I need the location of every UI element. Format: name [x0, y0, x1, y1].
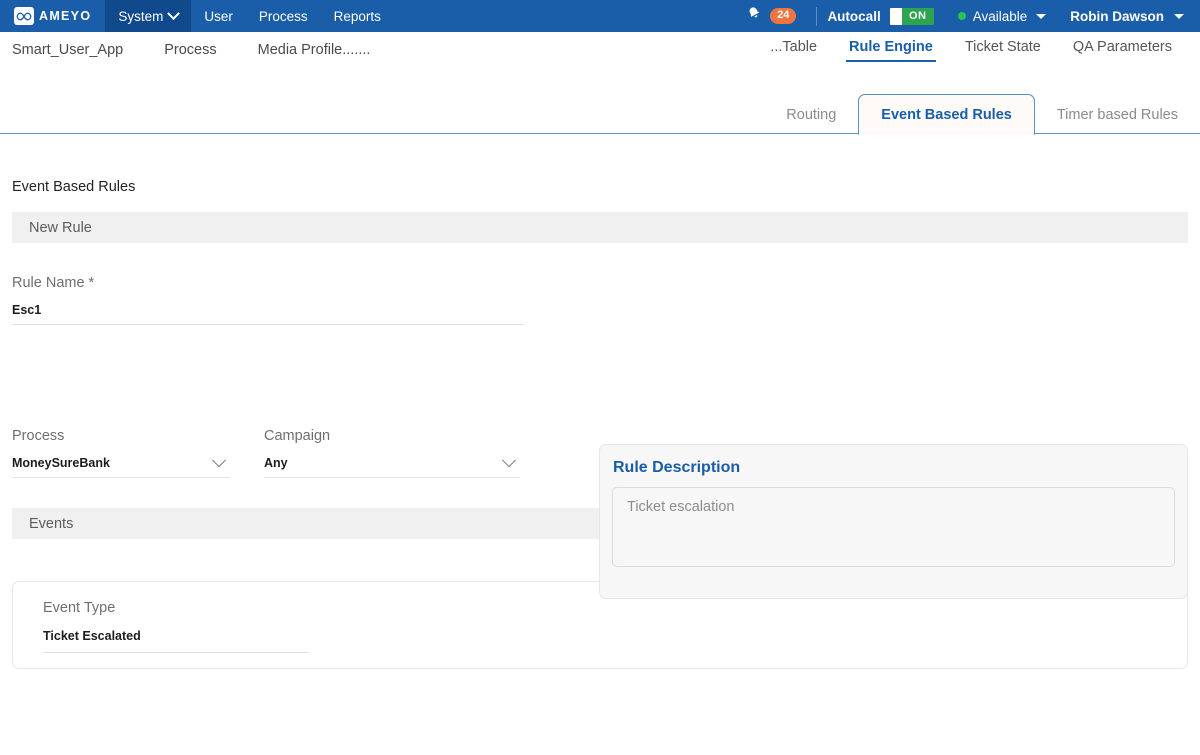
bell-icon — [746, 5, 763, 27]
top-navigation-bar: AMEYO System User Process Reports 24 Aut… — [0, 0, 1200, 32]
rule-description-textarea[interactable] — [612, 487, 1175, 567]
chevron-down-icon — [167, 6, 181, 20]
subtab-event-based-rules[interactable]: Event Based Rules — [858, 94, 1035, 135]
chevron-down-icon — [501, 453, 517, 468]
main-tabs: ...Table Rule Engine Ticket State QA Par… — [754, 39, 1188, 62]
chevron-down-icon — [211, 453, 227, 468]
event-type-select[interactable]: Ticket Escalated — [43, 627, 309, 653]
process-label: Process — [12, 428, 65, 444]
agent-status-dropdown[interactable]: Available — [934, 9, 1059, 24]
sub-tabs-zone: Routing Event Based Rules Timer based Ru… — [0, 68, 1200, 135]
campaign-select[interactable]: Any — [264, 453, 520, 478]
rule-name-field[interactable]: Rule Name * Esc1 — [12, 275, 524, 325]
tab-rule-engine[interactable]: Rule Engine — [833, 39, 949, 62]
user-name-label: Robin Dawson — [1070, 8, 1164, 24]
breadcrumb-and-tabs-bar: Smart_User_App Process Media Profile....… — [0, 32, 1200, 68]
user-menu-dropdown[interactable]: Robin Dawson — [1058, 9, 1190, 24]
autocall-toggle[interactable]: ON — [889, 7, 934, 25]
section-header-new-rule-label: New Rule — [29, 219, 92, 236]
breadcrumb-item-app[interactable]: Smart_User_App — [12, 42, 123, 58]
rule-name-input[interactable]: Esc1 — [12, 303, 524, 325]
subtab-timer-based-rules[interactable]: Timer based Rules — [1035, 95, 1200, 134]
event-type-value: Ticket Escalated — [43, 629, 141, 643]
nav-item-user[interactable]: User — [191, 0, 246, 32]
tab-table[interactable]: ...Table — [754, 39, 833, 61]
process-field[interactable]: Process MoneySureBank — [12, 428, 230, 478]
campaign-value: Any — [264, 456, 288, 470]
top-navigation-right: 24 Autocall ON Available Robin Dawson — [736, 0, 1200, 32]
rule-description-title: Rule Description — [613, 459, 741, 476]
nav-item-reports-label: Reports — [333, 8, 381, 24]
toggle-state-label: ON — [909, 10, 927, 22]
nav-item-process-label: Process — [258, 8, 308, 24]
rule-name-value: Esc1 — [12, 303, 42, 317]
logo-text: AMEYO — [39, 9, 92, 23]
subtab-routing[interactable]: Routing — [764, 95, 858, 134]
process-value: MoneySureBank — [12, 456, 110, 470]
divider — [816, 6, 818, 26]
campaign-field[interactable]: Campaign Any — [264, 428, 520, 478]
ameyo-logo[interactable]: AMEYO — [0, 0, 105, 32]
process-select[interactable]: MoneySureBank — [12, 453, 230, 478]
agent-status-label: Available — [972, 8, 1028, 24]
event-type-label: Event Type — [43, 600, 116, 616]
chevron-down-icon — [1174, 13, 1184, 19]
rule-description-card: Rule Description — [599, 444, 1188, 599]
sub-tabs: Routing Event Based Rules Timer based Ru… — [764, 94, 1200, 135]
tab-ticket-state[interactable]: Ticket State — [949, 39, 1057, 61]
breadcrumb-item-process[interactable]: Process — [164, 42, 216, 58]
page-title: Event Based Rules — [12, 179, 136, 195]
campaign-label: Campaign — [264, 428, 331, 444]
tab-qa-parameters[interactable]: QA Parameters — [1057, 39, 1188, 61]
status-dot-icon — [957, 12, 966, 20]
section-header-new-rule: New Rule — [12, 212, 1188, 243]
nav-item-reports[interactable]: Reports — [321, 0, 394, 32]
chevron-down-icon — [1036, 13, 1047, 19]
infinity-icon — [14, 7, 34, 25]
main-content: Event Based Rules New Rule Rule Name * E… — [0, 179, 1200, 669]
nav-item-system-label: System — [118, 8, 164, 24]
notification-badge: 24 — [770, 8, 797, 24]
rule-name-label: Rule Name * — [12, 275, 95, 291]
toggle-knob — [889, 7, 902, 25]
notifications-button[interactable]: 24 — [736, 5, 806, 27]
autocall-label: Autocall — [827, 8, 881, 24]
nav-item-system[interactable]: System — [105, 0, 192, 32]
nav-item-process[interactable]: Process — [246, 0, 321, 32]
nav-item-user-label: User — [204, 8, 233, 24]
breadcrumb-item-media-profile[interactable]: Media Profile....... — [258, 42, 371, 58]
section-header-events-label: Events — [29, 515, 74, 532]
